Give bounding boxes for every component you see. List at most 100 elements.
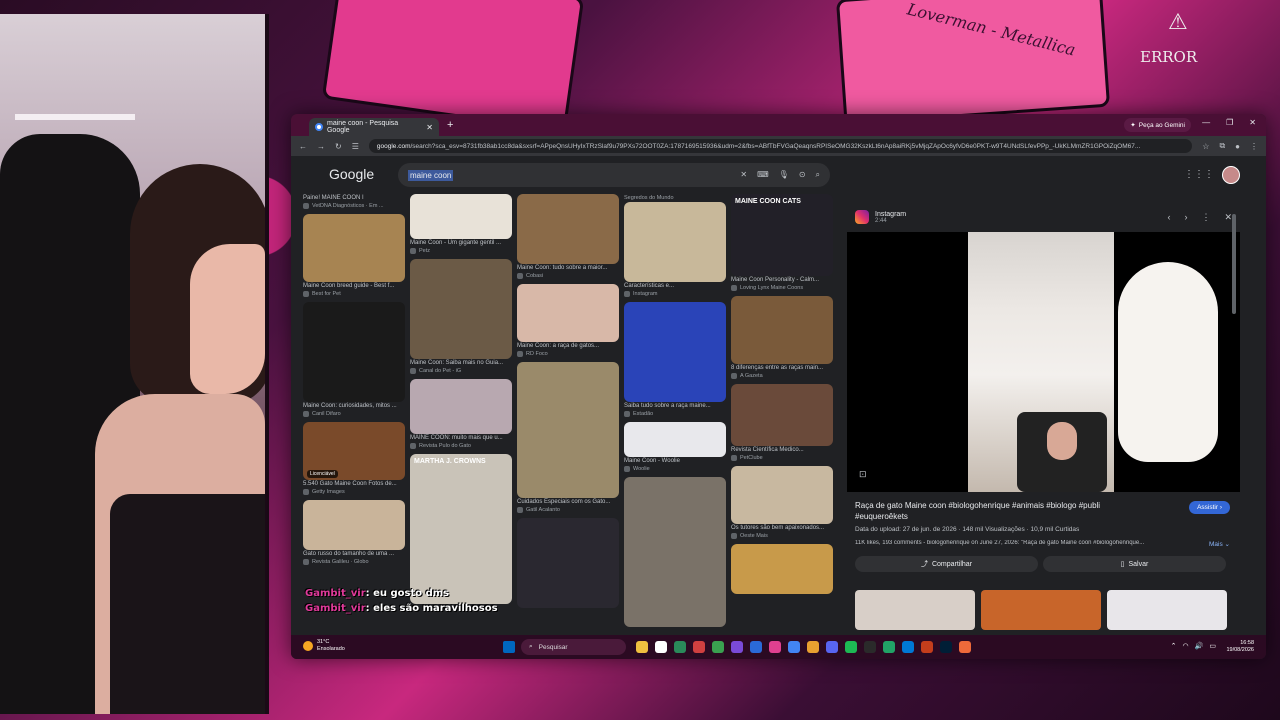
result-caption[interactable]: Paine! MAINE COON I	[303, 194, 405, 202]
search-icon[interactable]: ⌕	[816, 170, 820, 180]
result-thumbnail[interactable]	[517, 518, 619, 608]
google-logo[interactable]: Google	[329, 166, 374, 182]
image-result[interactable]: Maine Coon: Saiba mais no Guia... Canal d…	[410, 259, 512, 375]
close-panel-icon[interactable]: ✕	[1224, 212, 1232, 223]
image-result[interactable]: Maine Coon - Um gigante gentil ... Petz	[410, 194, 512, 255]
prev-icon[interactable]: ‹	[1167, 212, 1170, 223]
result-thumbnail[interactable]	[517, 194, 619, 264]
taskbar-app-icon[interactable]	[883, 641, 895, 653]
avatar[interactable]	[1222, 166, 1240, 184]
gemini-button[interactable]: ✦ Peça ao Gemini	[1124, 118, 1191, 132]
taskbar-app-icon[interactable]	[712, 641, 724, 653]
close-tab-icon[interactable]: ✕	[426, 123, 433, 132]
keyboard-icon[interactable]: ⌨	[757, 170, 769, 180]
taskbar-app-icon[interactable]	[769, 641, 781, 653]
taskbar-app-icon[interactable]	[845, 641, 857, 653]
result-caption[interactable]: 5.540 Gato Maine Coon Fotos de...	[303, 480, 405, 488]
result-caption[interactable]: 8 diferenças entre as raças main...	[731, 364, 833, 372]
image-result[interactable]: Licenciável 5.540 Gato Maine Coon Fotos d…	[303, 422, 405, 496]
result-caption[interactable]: Maine Coon: curiosidades, mitos ...	[303, 402, 405, 410]
result-thumbnail[interactable]	[517, 362, 619, 498]
result-thumbnail[interactable]	[731, 384, 833, 446]
taskbar-search[interactable]: ⌕ Pesquisar	[521, 639, 626, 655]
more-link[interactable]: Mais ⌄	[1209, 540, 1230, 548]
related-image[interactable]	[981, 590, 1101, 630]
watch-button[interactable]: Assistir ›	[1189, 501, 1230, 514]
taskbar-app-icon[interactable]	[902, 641, 914, 653]
result-thumbnail[interactable]	[731, 544, 833, 594]
close-window-icon[interactable]: ✕	[1249, 118, 1256, 127]
image-result[interactable]: Maine Coon - Woolie Woolie	[624, 422, 726, 473]
preview-source[interactable]: Instagram	[875, 211, 906, 218]
image-result[interactable]: MAINE COON CATS Maine Coon Personality - …	[731, 194, 833, 292]
extensions-icon[interactable]: ⧉	[1219, 141, 1225, 151]
back-icon[interactable]: ←	[299, 142, 307, 151]
result-thumbnail[interactable]	[624, 202, 726, 282]
result-caption[interactable]: Maine Coon: a raça de gatos...	[517, 342, 619, 350]
image-result[interactable]: Maine Coon: curiosidades, mitos ... Canil…	[303, 302, 405, 418]
start-icon[interactable]	[503, 641, 515, 653]
save-button[interactable]: ▯ Salvar	[1043, 556, 1226, 572]
result-caption[interactable]: Maine Coon breed guide - Best f...	[303, 282, 405, 290]
result-thumbnail[interactable]	[731, 296, 833, 364]
taskbar-app-icon[interactable]	[693, 641, 705, 653]
tab-google-search[interactable]: maine coon - Pesquisa Google ✕	[309, 118, 439, 136]
result-caption[interactable]: Maine Coon - Woolie	[624, 457, 726, 465]
result-caption[interactable]: MAINE COON: muito mais que u...	[410, 434, 512, 442]
image-result[interactable]: Maine Coon breed guide - Best f... Best f…	[303, 214, 405, 298]
weather-widget[interactable]: 31°C Ensolarado	[303, 639, 345, 653]
address-bar[interactable]: google.com /search?sca_esv=8731fb38ab1cc…	[368, 139, 1193, 153]
clear-icon[interactable]: ✕	[740, 170, 747, 180]
maximize-icon[interactable]: ❐	[1226, 118, 1233, 127]
taskbar-app-icon[interactable]	[921, 641, 933, 653]
taskbar-app-icon[interactable]	[731, 641, 743, 653]
taskbar-app-icon[interactable]	[864, 641, 876, 653]
image-result[interactable]: Cuidados Especiais com os Gato... Gatil A…	[517, 362, 619, 514]
next-icon[interactable]: ›	[1184, 212, 1187, 223]
result-thumbnail[interactable]	[624, 302, 726, 402]
taskbar-app-icon[interactable]	[750, 641, 762, 653]
image-result[interactable]: Revista Científica Medico... PetClube	[731, 384, 833, 462]
image-result[interactable]	[517, 518, 619, 608]
result-caption[interactable]: Maine Coon: Saiba mais no Guia...	[410, 359, 512, 367]
image-result[interactable]: Segredos do Mundo Características e... Ins…	[624, 194, 726, 298]
image-result[interactable]: MARTHA J. CROWNS	[410, 454, 512, 604]
result-thumbnail[interactable]	[731, 466, 833, 524]
result-caption[interactable]: Gato russo do tamanho de uma ...	[303, 550, 405, 558]
taskbar-app-icon[interactable]	[807, 641, 819, 653]
lens-icon[interactable]: ⊙	[799, 170, 806, 180]
image-result[interactable]	[731, 544, 833, 594]
related-image[interactable]	[1107, 590, 1227, 630]
image-result[interactable]: Paine! MAINE COON I VetDNA Diagnósticos ·…	[303, 194, 405, 210]
result-caption[interactable]: Maine Coon - Um gigante gentil ...	[410, 239, 512, 247]
result-thumbnail[interactable]	[303, 500, 405, 550]
forward-icon[interactable]: →	[317, 142, 325, 151]
result-thumbnail[interactable]	[410, 454, 512, 604]
result-thumbnail[interactable]	[517, 284, 619, 342]
clock[interactable]: 16:58 19/08/2026	[1226, 640, 1254, 654]
result-caption[interactable]: Maine Coon Personality - Calm...	[731, 276, 833, 284]
result-thumbnail[interactable]	[410, 259, 512, 359]
image-result[interactable]: Gato russo do tamanho de uma ... Revista …	[303, 500, 405, 566]
taskbar-app-icon[interactable]	[826, 641, 838, 653]
apps-grid-icon[interactable]: ⋮⋮⋮	[1184, 169, 1214, 180]
preview-video[interactable]: ⊡	[847, 232, 1240, 492]
taskbar-app-icon[interactable]	[674, 641, 686, 653]
taskbar-app-icon[interactable]	[940, 641, 952, 653]
search-input[interactable]: maine coon ✕ ⌨ 🎙 ⊙ ⌕	[398, 163, 830, 187]
result-thumbnail[interactable]	[303, 302, 405, 402]
preview-title[interactable]: Raça de gato Maine coon #biologohenrique…	[855, 500, 1155, 522]
volume-icon[interactable]: 🔊	[1195, 642, 1204, 650]
menu-icon[interactable]: ⋮	[1250, 142, 1258, 151]
result-caption[interactable]: Maine Coon: tudo sobre a maior...	[517, 264, 619, 272]
taskbar-app-icon[interactable]	[959, 641, 971, 653]
panel-scrollbar[interactable]	[1232, 214, 1236, 314]
related-image[interactable]	[855, 590, 975, 630]
image-result[interactable]: Maine Coon: a raça de gatos... RD Foco	[517, 284, 619, 358]
profile-icon[interactable]: ●	[1235, 142, 1240, 151]
reload-icon[interactable]: ↻	[335, 142, 342, 151]
result-thumbnail[interactable]	[410, 379, 512, 434]
result-caption[interactable]: Revista Científica Medico...	[731, 446, 833, 454]
new-tab-icon[interactable]: +	[447, 119, 453, 131]
result-thumbnail[interactable]	[410, 194, 512, 239]
